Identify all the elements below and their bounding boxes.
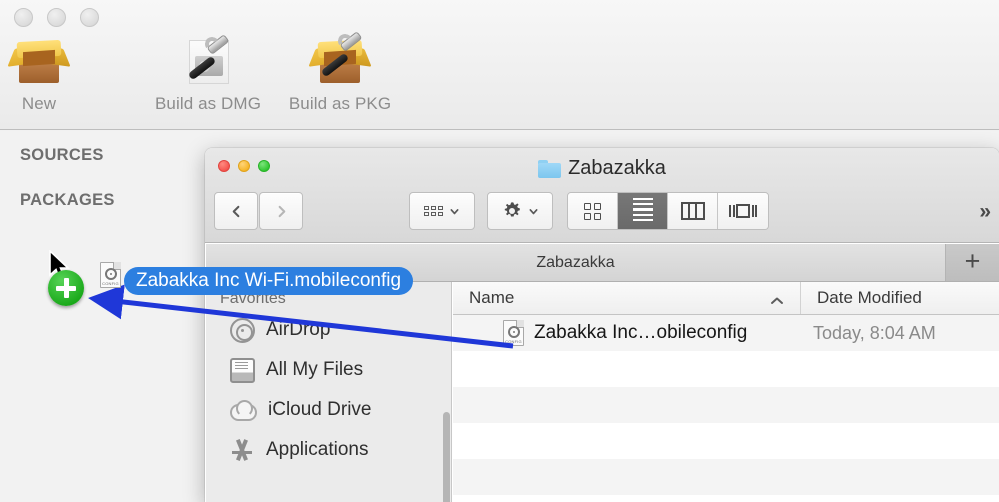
back-button[interactable] [214,192,258,230]
back-chevron-icon [232,205,239,217]
column-header-label: Name [469,288,515,307]
screen: New Build as DMG Build as PKG SOURCES PA… [0,0,999,502]
chevron-down-icon [528,208,538,214]
minimize-button[interactable] [47,8,66,27]
sidebar-item-airdrop[interactable]: AirDrop [206,310,451,350]
column-header-date-modified[interactable]: Date Modified [801,282,999,314]
table-row-empty [453,387,999,423]
app-toolbar-items: New Build as DMG Build as PKG [0,30,999,125]
app-toolbar: New Build as DMG Build as PKG [0,0,999,130]
sidebar-item-all-my-files[interactable]: All My Files [206,350,451,390]
view-mode-coverflow[interactable] [718,193,768,229]
sort-ascending-icon [770,293,784,311]
column-header-name[interactable]: Name [453,282,801,314]
toolbar-overflow-button[interactable]: » [979,200,991,224]
toolbar-button-build-dmg[interactable]: Build as DMG [143,30,273,114]
finder-window-title: Zabazakka [205,157,999,180]
file-list-header: Name Date Modified [453,282,999,315]
view-mode-segmented-control[interactable] [567,192,769,230]
sidebar-section-sources[interactable]: SOURCES [20,146,104,165]
sidebar-item-icloud-drive[interactable]: iCloud Drive [206,390,451,430]
applications-icon [230,438,255,463]
coverflow-view-icon [729,204,757,218]
list-view-icon [632,198,653,224]
drag-label-text: Zabakka Inc Wi-Fi.mobileconfig [136,270,402,291]
view-mode-column[interactable] [668,193,718,229]
disk-hammer-icon [143,30,273,92]
sidebar-scrollbar[interactable] [443,412,450,502]
view-mode-list[interactable] [618,193,668,229]
package-hammer-icon [275,30,405,92]
view-mode-icon[interactable] [568,193,618,229]
sidebar-item-applications[interactable]: Applications [206,430,451,470]
all-my-files-icon [230,357,255,383]
forward-chevron-icon [278,205,285,217]
file-date-cell: Today, 8:04 AM [813,322,936,343]
icloud-drive-icon [230,399,257,421]
toolbar-button-build-pkg[interactable]: Build as PKG [275,30,405,114]
icon-view-icon [584,202,601,220]
table-row-empty [453,459,999,495]
drag-config-file-icon: CONFIG [100,262,121,288]
toolbar-label-build-pkg: Build as PKG [288,94,392,113]
table-row-empty [453,423,999,459]
action-menu-button[interactable] [487,192,553,230]
close-button[interactable] [14,8,33,27]
sidebar-item-label: AirDrop [266,319,331,340]
column-header-label: Date Modified [817,288,922,307]
folder-icon [538,159,562,178]
new-tab-button[interactable]: + [946,244,999,281]
add-plus-badge [48,270,84,306]
window-title-text: Zabazakka [568,157,666,179]
column-view-icon [680,202,705,220]
package-box-icon [0,30,104,92]
sidebar-item-label: All My Files [266,359,364,380]
sidebar-item-label: Applications [266,439,369,460]
table-row-empty [453,351,999,387]
finder-sidebar: Favorites AirDrop All My Files iCloud Dr… [206,282,452,502]
file-name-text: Zabakka Inc…obileconfig [534,322,748,343]
sidebar-item-label: iCloud Drive [268,399,372,420]
arrange-by-icon [424,206,443,216]
chevron-down-icon [450,208,459,214]
forward-button[interactable] [259,192,303,230]
app-traffic-lights[interactable] [14,8,99,27]
finder-file-list: Name Date Modified CONFIG Zabakka Inc…ob… [453,282,999,502]
tab-label: Zabazakka [536,253,615,271]
drag-label: Zabakka Inc Wi-Fi.mobileconfig [124,267,414,295]
arrange-by-button[interactable] [409,192,475,230]
airdrop-icon [230,317,255,343]
file-name-cell: CONFIG Zabakka Inc…obileconfig [453,320,801,346]
gear-icon [504,202,520,217]
zoom-button[interactable] [80,8,99,27]
toolbar-label-build-dmg: Build as DMG [154,94,262,113]
config-file-icon: CONFIG [503,320,524,346]
toolbar-button-new[interactable]: New [0,30,104,114]
toolbar-label-new: New [21,94,57,113]
sidebar-section-packages[interactable]: PACKAGES [20,191,115,210]
table-row[interactable]: CONFIG Zabakka Inc…obileconfig Today, 8:… [453,315,999,351]
